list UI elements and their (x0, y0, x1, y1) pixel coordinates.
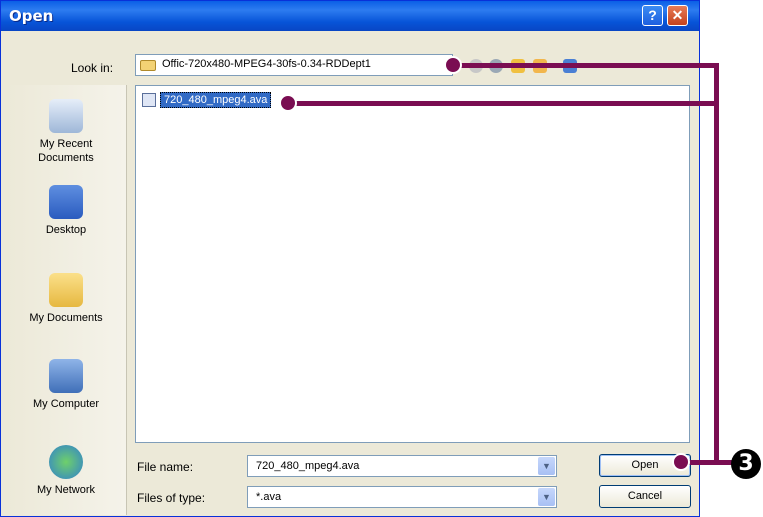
recent-documents-icon (49, 99, 83, 133)
callout-dot-open (672, 453, 690, 471)
look-in-label: Look in: (71, 61, 114, 75)
file-name-field[interactable]: 720_480_mpeg4.ava ▼ (247, 455, 557, 477)
callout-line-file (288, 101, 718, 106)
video-file-icon (142, 93, 156, 107)
file-type-value: *.ava (256, 491, 282, 503)
callout-dot-lookin (444, 56, 462, 74)
desktop-icon (49, 185, 83, 219)
place-my-recent-documents[interactable]: My Recent Documents (6, 99, 126, 165)
callout-line-vertical (714, 63, 719, 465)
my-documents-icon (49, 273, 83, 307)
look-in-dropdown[interactable]: Offic-720x480-MPEG4-30fs-0.34-RDDept1 (135, 54, 453, 76)
window-title: Open (9, 7, 54, 25)
file-type-label: Files of type: (137, 491, 206, 505)
step-number-badge: 3 (731, 449, 761, 479)
chevron-down-icon[interactable]: ▼ (538, 488, 555, 506)
open-dialog: Open ? ✕ Look in: Offic-720x480-MPEG4-30… (0, 0, 700, 517)
close-button[interactable]: ✕ (667, 5, 688, 26)
file-name: 720_480_mpeg4.ava (160, 92, 272, 108)
place-label: My Recent Documents (38, 138, 94, 164)
place-label: My Network (36, 484, 96, 496)
file-name-label: File name: (137, 460, 194, 474)
folder-icon (140, 60, 156, 71)
file-list[interactable]: 720_480_mpeg4.ava (135, 85, 690, 443)
look-in-value: Offic-720x480-MPEG4-30fs-0.34-RDDept1 (162, 58, 371, 70)
cancel-button[interactable]: Cancel (599, 485, 691, 508)
file-name-value: 720_480_mpeg4.ava (256, 460, 360, 472)
place-my-computer[interactable]: My Computer (6, 359, 126, 411)
callout-line-top (452, 63, 718, 68)
place-label: My Documents (29, 312, 103, 324)
title-bar: Open ? ✕ (1, 1, 699, 31)
place-desktop[interactable]: Desktop (6, 185, 126, 237)
my-computer-icon (49, 359, 83, 393)
help-button[interactable]: ? (642, 5, 663, 26)
place-my-network[interactable]: My Network (6, 445, 126, 497)
place-label: Desktop (45, 224, 87, 236)
chevron-down-icon[interactable]: ▼ (538, 457, 555, 475)
place-my-documents[interactable]: My Documents (6, 273, 126, 325)
callout-dot-file (279, 94, 297, 112)
file-type-select[interactable]: *.ava ▼ (247, 486, 557, 508)
places-bar: My Recent Documents Desktop My Documents… (6, 85, 127, 515)
place-label: My Computer (32, 398, 100, 410)
my-network-icon (49, 445, 83, 479)
